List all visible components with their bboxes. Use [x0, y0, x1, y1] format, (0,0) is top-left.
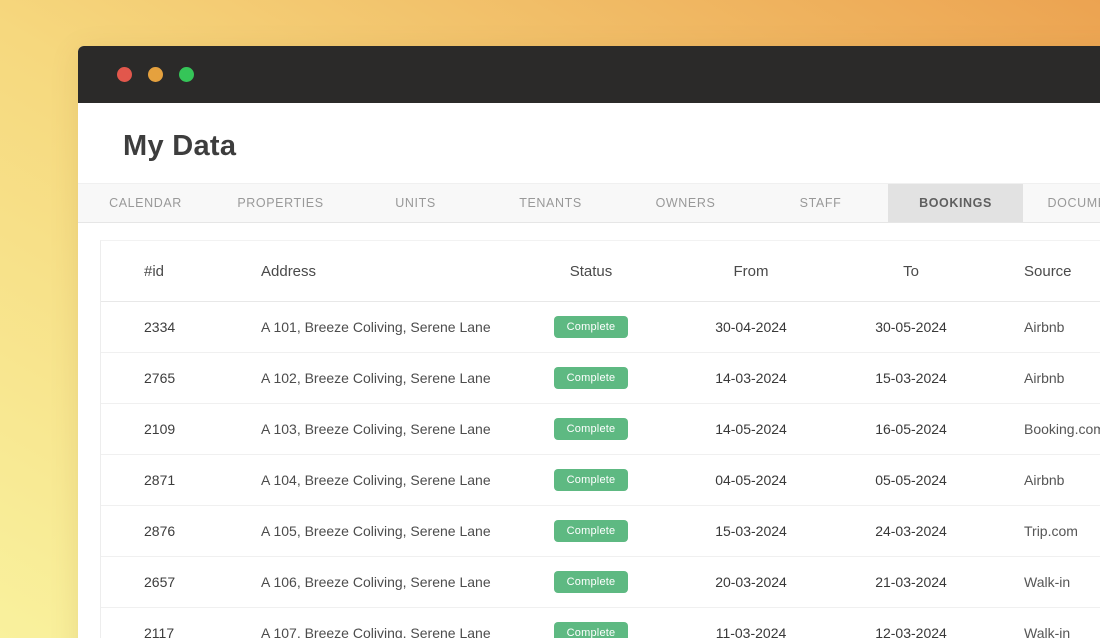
cell-to: 24-03-2024 — [831, 523, 991, 539]
cell-id: 2871 — [101, 472, 261, 488]
tab-owners[interactable]: OWNERS — [618, 184, 753, 222]
cell-source: Trip.com — [991, 523, 1100, 539]
cell-address: A 107, Breeze Coliving, Serene Lane — [261, 625, 511, 638]
cell-to: 30-05-2024 — [831, 319, 991, 335]
cell-id: 2657 — [101, 574, 261, 590]
page-title: My Data — [123, 130, 1100, 163]
cell-id: 2334 — [101, 319, 261, 335]
minimize-button-icon[interactable] — [148, 67, 163, 82]
column-header: Status — [511, 263, 671, 280]
status-badge: Complete — [554, 367, 629, 389]
cell-to: 05-05-2024 — [831, 472, 991, 488]
status-badge: Complete — [554, 622, 629, 638]
cell-from: 14-03-2024 — [671, 370, 831, 386]
cell-status: Complete — [511, 622, 671, 638]
cell-source: Booking.com — [991, 421, 1100, 437]
column-header: From — [671, 263, 831, 280]
cell-to: 12-03-2024 — [831, 625, 991, 638]
app-window: My Data CALENDARPROPERTIESUNITSTENANTSOW… — [78, 46, 1100, 638]
tab-calendar[interactable]: CALENDAR — [78, 184, 213, 222]
column-header: #id — [101, 263, 261, 280]
cell-from: 04-05-2024 — [671, 472, 831, 488]
table-row: 2117A 107, Breeze Coliving, Serene Lane C… — [101, 608, 1100, 638]
status-badge: Complete — [554, 469, 629, 491]
column-header: To — [831, 263, 991, 280]
cell-status: Complete — [511, 469, 671, 491]
cell-status: Complete — [511, 418, 671, 440]
status-badge: Complete — [554, 520, 629, 542]
table-row: 2109A 103, Breeze Coliving, Serene Lane C… — [101, 404, 1100, 455]
cell-address: A 104, Breeze Coliving, Serene Lane — [261, 472, 511, 488]
window-titlebar — [78, 46, 1100, 103]
tab-bar: CALENDARPROPERTIESUNITSTENANTSOWNERSSTAF… — [78, 183, 1100, 223]
cell-status: Complete — [511, 520, 671, 542]
cell-source: Airbnb — [991, 472, 1100, 488]
cell-id: 2117 — [101, 625, 261, 638]
cell-address: A 105, Breeze Coliving, Serene Lane — [261, 523, 511, 539]
cell-source: Airbnb — [991, 370, 1100, 386]
cell-status: Complete — [511, 367, 671, 389]
column-header: Address — [261, 263, 511, 280]
table-row: 2334A 101, Breeze Coliving, Serene Lane C… — [101, 302, 1100, 353]
cell-source: Airbnb — [991, 319, 1100, 335]
maximize-button-icon[interactable] — [179, 67, 194, 82]
cell-from: 20-03-2024 — [671, 574, 831, 590]
window-content: My Data CALENDARPROPERTIESUNITSTENANTSOW… — [78, 130, 1100, 638]
cell-id: 2109 — [101, 421, 261, 437]
tab-staff[interactable]: STAFF — [753, 184, 888, 222]
status-badge: Complete — [554, 571, 629, 593]
tab-units[interactable]: UNITS — [348, 184, 483, 222]
table-row: 2657A 106, Breeze Coliving, Serene Lane C… — [101, 557, 1100, 608]
table-header: #idAddressStatusFromToSource — [101, 241, 1100, 302]
cell-source: Walk-in — [991, 625, 1100, 638]
cell-from: 11-03-2024 — [671, 625, 831, 638]
close-button-icon[interactable] — [117, 67, 132, 82]
cell-from: 15-03-2024 — [671, 523, 831, 539]
table-row: 2765A 102, Breeze Coliving, Serene Lane C… — [101, 353, 1100, 404]
cell-source: Walk-in — [991, 574, 1100, 590]
cell-id: 2765 — [101, 370, 261, 386]
cell-status: Complete — [511, 316, 671, 338]
cell-id: 2876 — [101, 523, 261, 539]
status-badge: Complete — [554, 418, 629, 440]
cell-status: Complete — [511, 571, 671, 593]
cell-address: A 102, Breeze Coliving, Serene Lane — [261, 370, 511, 386]
tab-tenants[interactable]: TENANTS — [483, 184, 618, 222]
bookings-table: #idAddressStatusFromToSource 2334A 101, … — [100, 240, 1100, 638]
cell-from: 30-04-2024 — [671, 319, 831, 335]
cell-to: 15-03-2024 — [831, 370, 991, 386]
cell-address: A 106, Breeze Coliving, Serene Lane — [261, 574, 511, 590]
cell-to: 21-03-2024 — [831, 574, 991, 590]
cell-address: A 101, Breeze Coliving, Serene Lane — [261, 319, 511, 335]
tab-documents[interactable]: DOCUMENTS — [1023, 184, 1100, 222]
status-badge: Complete — [554, 316, 629, 338]
column-header: Source — [991, 263, 1100, 280]
table-row: 2876A 105, Breeze Coliving, Serene Lane C… — [101, 506, 1100, 557]
cell-address: A 103, Breeze Coliving, Serene Lane — [261, 421, 511, 437]
cell-to: 16-05-2024 — [831, 421, 991, 437]
table-row: 2871A 104, Breeze Coliving, Serene Lane C… — [101, 455, 1100, 506]
cell-from: 14-05-2024 — [671, 421, 831, 437]
table-body: 2334A 101, Breeze Coliving, Serene Lane C… — [101, 302, 1100, 638]
tab-properties[interactable]: PROPERTIES — [213, 184, 348, 222]
tab-bookings[interactable]: BOOKINGS — [888, 184, 1023, 222]
